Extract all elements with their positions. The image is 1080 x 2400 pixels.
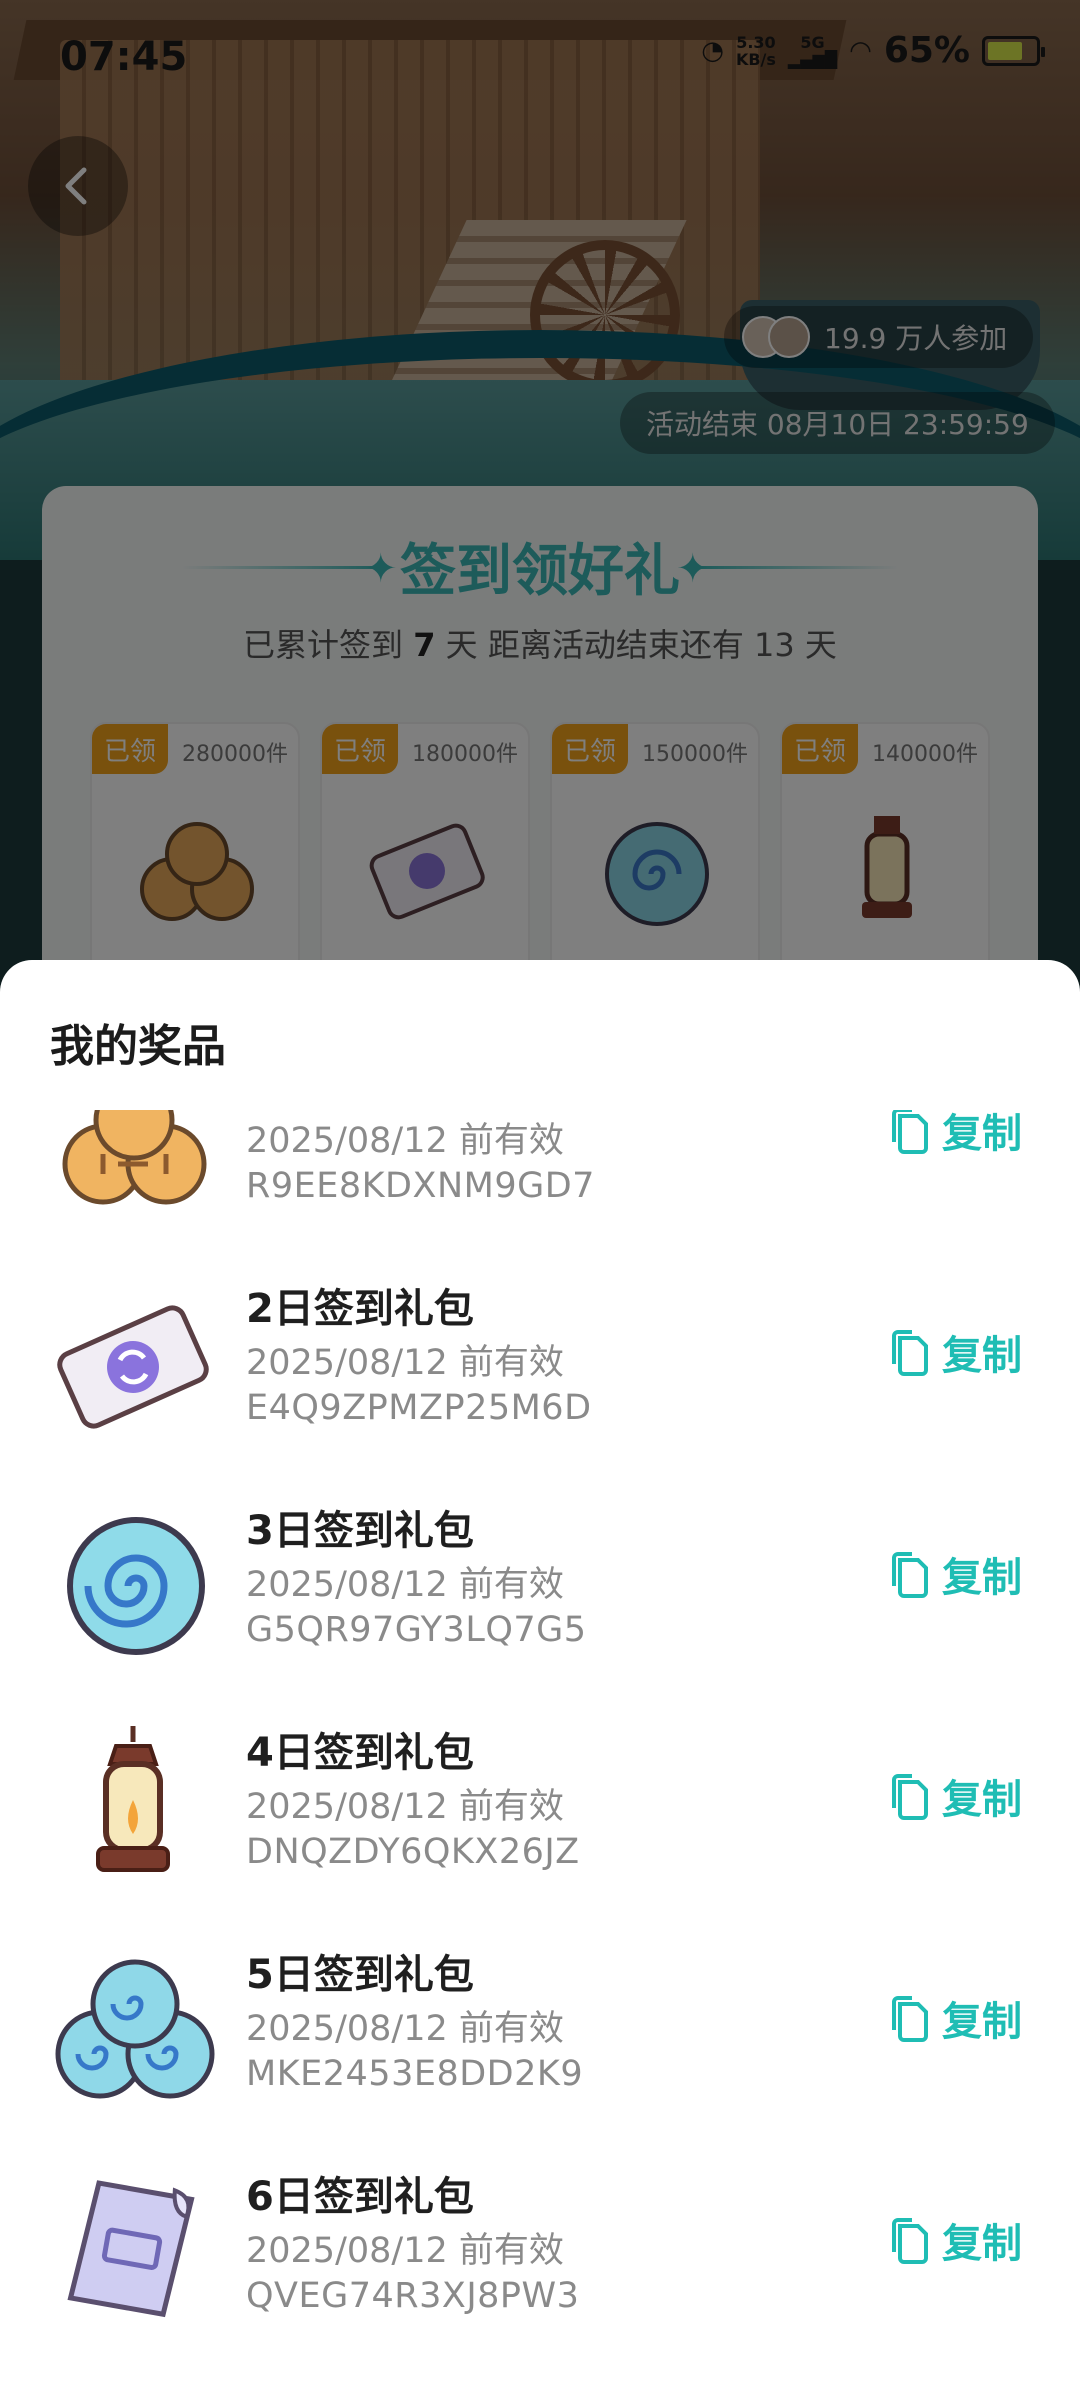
redeem-code[interactable]: G5QR97GY3LQ7G5 xyxy=(246,1610,587,1650)
swirl-disc-icon xyxy=(67,1517,205,1655)
prize-name: 5日签到礼包 xyxy=(246,1952,474,1998)
prize-name: 2日签到礼包 xyxy=(246,1286,474,1332)
copy-icon xyxy=(892,1330,928,1376)
cookies-icon xyxy=(62,1110,207,1205)
prize-validity: 2025/08/12 前有效 xyxy=(246,1787,564,1827)
copy-button[interactable]: 复制 xyxy=(888,1110,1022,1160)
scroll-icon xyxy=(67,2180,195,2318)
ticket-icon xyxy=(57,1305,209,1429)
prize-name: 3日签到礼包 xyxy=(246,1508,474,1554)
copy-icon xyxy=(892,1110,928,1154)
copy-button[interactable]: 复制 xyxy=(888,2210,1022,2270)
redeem-code[interactable]: DNQZDY6QKX26JZ xyxy=(246,1832,580,1872)
copy-button[interactable]: 复制 xyxy=(888,1544,1022,1604)
list-item: 2日签到礼包 2025/08/12 前有效 E4Q9ZPMZP25M6D 复制 xyxy=(0,1262,1080,1484)
lantern-icon xyxy=(96,1726,170,1872)
prize-name: 4日签到礼包 xyxy=(246,1730,474,1776)
prize-validity: 2025/08/12 前有效 xyxy=(246,1121,564,1161)
list-item: 5日签到礼包 2025/08/12 前有效 MKE2453E8DD2K9 复制 xyxy=(0,1928,1080,2150)
redeem-code[interactable]: QVEG74R3XJ8PW3 xyxy=(246,2276,579,2316)
copy-button[interactable]: 复制 xyxy=(888,1988,1022,2048)
copy-icon xyxy=(892,1552,928,1598)
prize-list[interactable]: 2025/08/12 前有效 R9EE8KDXNM9GD7 复制 2日签到礼包 … xyxy=(0,1110,1080,2400)
copy-icon xyxy=(892,1774,928,1820)
copy-button[interactable]: 复制 xyxy=(888,1766,1022,1826)
copy-icon xyxy=(892,1996,928,2042)
redeem-code[interactable]: MKE2453E8DD2K9 xyxy=(246,2054,583,2094)
redeem-code[interactable]: E4Q9ZPMZP25M6D xyxy=(246,1388,592,1428)
redeem-code[interactable]: R9EE8KDXNM9GD7 xyxy=(246,1166,595,1206)
copy-icon xyxy=(892,2218,928,2264)
my-prizes-sheet: 我的奖品 2025/08/12 前有效 R9EE8KDXNM9GD7 复制 2日… xyxy=(0,960,1080,2400)
list-item: 4日签到礼包 2025/08/12 前有效 DNQZDY6QKX26JZ 复制 xyxy=(0,1706,1080,1928)
sheet-title: 我的奖品 xyxy=(50,1021,226,1072)
triple-swirl-icon xyxy=(55,1959,215,2099)
list-item: 2025/08/12 前有效 R9EE8KDXNM9GD7 复制 xyxy=(0,1110,1080,1262)
prize-validity: 2025/08/12 前有效 xyxy=(246,2231,564,2271)
prize-validity: 2025/08/12 前有效 xyxy=(246,2009,564,2049)
copy-button[interactable]: 复制 xyxy=(888,1322,1022,1382)
list-item: 6日签到礼包 2025/08/12 前有效 QVEG74R3XJ8PW3 复制 xyxy=(0,2150,1080,2372)
prize-validity: 2025/08/12 前有效 xyxy=(246,1565,564,1605)
prize-validity: 2025/08/12 前有效 xyxy=(246,1343,564,1383)
list-item: 3日签到礼包 2025/08/12 前有效 G5QR97GY3LQ7G5 复制 xyxy=(0,1484,1080,1706)
prize-name: 6日签到礼包 xyxy=(246,2174,474,2220)
